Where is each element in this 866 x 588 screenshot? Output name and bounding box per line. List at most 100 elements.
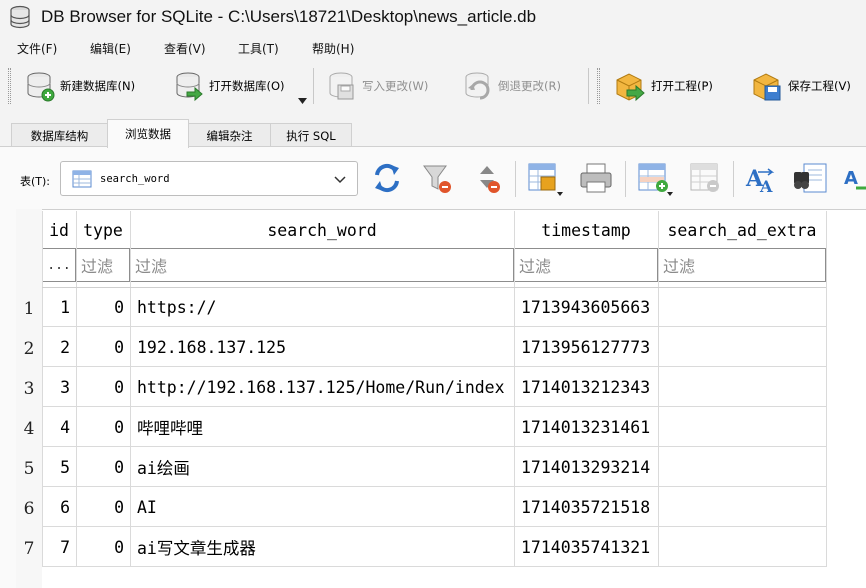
open-project-icon xyxy=(616,73,645,102)
table-cell[interactable]: 192.168.137.125 xyxy=(130,327,514,367)
save-project-button[interactable]: 保存工程(V) xyxy=(750,66,851,106)
filter-input-search_ad_extra[interactable]: 过滤 xyxy=(658,248,826,282)
print-icon[interactable] xyxy=(578,160,614,196)
revert-changes-button[interactable]: 倒退更改(R) xyxy=(462,66,561,106)
toolbar-grip[interactable] xyxy=(8,68,11,104)
table-cell[interactable]: 1714013293214 xyxy=(514,447,658,487)
table-cell[interactable]: 0 xyxy=(76,287,130,327)
window-title: DB Browser for SQLite - C:\Users\18721\D… xyxy=(41,6,537,26)
table-cell[interactable]: ai绘画 xyxy=(130,447,514,487)
main-toolbar: 新建数据库(N) 打开数据库(O) 写入更改(W) 倒退更改(R) 打开工程(P… xyxy=(0,60,866,112)
filter-input-search_word[interactable]: 过滤 xyxy=(130,248,514,282)
new-database-label: 新建数据库(N) xyxy=(60,79,136,93)
menu-file[interactable]: 文件(F) xyxy=(17,40,57,57)
table-cell[interactable]: 5 xyxy=(42,447,76,487)
open-database-icon xyxy=(176,72,203,102)
refresh-icon[interactable] xyxy=(371,160,403,196)
table-cell[interactable]: 0 xyxy=(76,407,130,447)
column-header-search_ad_extra[interactable]: search_ad_extra xyxy=(658,211,826,249)
table-cell[interactable]: ai写文章生成器 xyxy=(130,527,514,567)
table-cell[interactable]: 0 xyxy=(76,527,130,567)
table-cell[interactable] xyxy=(658,327,826,367)
row-number[interactable]: 6 xyxy=(16,489,42,529)
table-cell[interactable] xyxy=(658,367,826,407)
open-project-button[interactable]: 打开工程(P) xyxy=(613,66,713,106)
svg-text:A: A xyxy=(759,177,773,196)
write-changes-button[interactable]: 写入更改(W) xyxy=(326,66,428,106)
table-cell[interactable]: 1714013212343 xyxy=(514,367,658,407)
table-cell[interactable]: 7 xyxy=(42,527,76,567)
row-number[interactable]: 5 xyxy=(16,449,42,489)
table-cell[interactable]: AI xyxy=(130,487,514,527)
table-cell[interactable]: 0 xyxy=(76,327,130,367)
clear-sort-icon[interactable] xyxy=(474,160,506,196)
column-header-type[interactable]: type xyxy=(76,211,130,249)
open-database-button[interactable]: 打开数据库(O) xyxy=(173,66,285,106)
tab-edit-pragmas[interactable]: 编辑杂注 xyxy=(188,123,271,147)
main-tabs: 数据库结构 浏览数据 编辑杂注 执行 SQL xyxy=(0,119,866,148)
table-cell[interactable]: 1714035721518 xyxy=(514,487,658,527)
table-cell[interactable] xyxy=(658,527,826,567)
chevron-down-icon[interactable] xyxy=(298,98,307,104)
filter-input-type[interactable]: 过滤 xyxy=(76,248,130,282)
column-header-search_word[interactable]: search_word xyxy=(130,211,514,249)
table-cell[interactable]: 2 xyxy=(42,327,76,367)
table-icon xyxy=(72,170,92,187)
table-cell[interactable]: 1 xyxy=(42,287,76,327)
table-cell[interactable]: 1714013231461 xyxy=(514,407,658,447)
find-replace-icon[interactable]: A A xyxy=(744,160,780,196)
table-cell[interactable]: 1714035741321 xyxy=(514,527,658,567)
table-cell[interactable]: 0 xyxy=(76,447,130,487)
chevron-down-icon xyxy=(334,176,346,184)
save-project-label: 保存工程(V) xyxy=(788,79,851,93)
find-icon[interactable] xyxy=(792,160,828,196)
toolbar-grip-2[interactable] xyxy=(597,68,600,104)
save-results-icon[interactable] xyxy=(526,160,566,198)
open-project-label: 打开工程(P) xyxy=(651,79,713,93)
menu-view[interactable]: 查看(V) xyxy=(164,40,206,57)
svg-text:A: A xyxy=(844,168,858,189)
column-header-timestamp[interactable]: timestamp xyxy=(514,211,658,249)
row-number[interactable]: 7 xyxy=(16,529,42,569)
revert-changes-icon xyxy=(465,72,490,100)
table-cell[interactable]: 1713956127773 xyxy=(514,327,658,367)
title-bar: DB Browser for SQLite - C:\Users\18721\D… xyxy=(0,0,866,33)
row-number[interactable]: 1 xyxy=(16,289,42,329)
table-cell[interactable] xyxy=(658,487,826,527)
table-cell[interactable] xyxy=(658,407,826,447)
table-cell[interactable]: 0 xyxy=(76,367,130,407)
insert-record-icon[interactable] xyxy=(636,160,676,198)
table-label: 表(T): xyxy=(20,175,51,188)
menu-help[interactable]: 帮助(H) xyxy=(312,40,354,57)
column-header-id[interactable]: id xyxy=(42,211,76,249)
table-cell[interactable]: 6 xyxy=(42,487,76,527)
tab-browse-data[interactable]: 浏览数据 xyxy=(107,119,189,148)
clear-filter-icon[interactable] xyxy=(421,160,455,196)
menu-bar: 文件(F) 编辑(E) 查看(V) 工具(T) 帮助(H) xyxy=(0,36,866,58)
table-cell[interactable]: http://192.168.137.125/Home/Run/index xyxy=(130,367,514,407)
new-database-button[interactable]: 新建数据库(N) xyxy=(24,66,135,106)
save-project-icon xyxy=(753,73,781,101)
table-select-value: search_word xyxy=(100,172,170,185)
write-changes-label: 写入更改(W) xyxy=(362,79,429,93)
table-cell[interactable]: 3 xyxy=(42,367,76,407)
table-cell[interactable]: 哔哩哔哩 xyxy=(130,407,514,447)
row-header-filter-button[interactable]: ... xyxy=(42,248,76,282)
table-cell[interactable] xyxy=(658,447,826,487)
row-number[interactable]: 3 xyxy=(16,369,42,409)
table-cell[interactable]: 1713943605663 xyxy=(514,287,658,327)
row-number[interactable]: 2 xyxy=(16,329,42,369)
menu-edit[interactable]: 编辑(E) xyxy=(90,40,131,57)
table-cell[interactable]: 0 xyxy=(76,487,130,527)
menu-tools[interactable]: 工具(T) xyxy=(238,40,279,57)
table-cell[interactable]: https:// xyxy=(130,287,514,327)
edit-cell-icon[interactable]: A xyxy=(842,160,866,196)
tab-database-structure[interactable]: 数据库结构 xyxy=(11,123,108,147)
filter-input-timestamp[interactable]: 过滤 xyxy=(514,248,658,282)
delete-record-icon[interactable] xyxy=(688,160,722,196)
table-select[interactable]: search_word xyxy=(60,161,358,196)
table-cell[interactable] xyxy=(658,287,826,327)
table-cell[interactable]: 4 xyxy=(42,407,76,447)
tab-execute-sql[interactable]: 执行 SQL xyxy=(270,123,352,147)
row-number[interactable]: 4 xyxy=(16,409,42,449)
